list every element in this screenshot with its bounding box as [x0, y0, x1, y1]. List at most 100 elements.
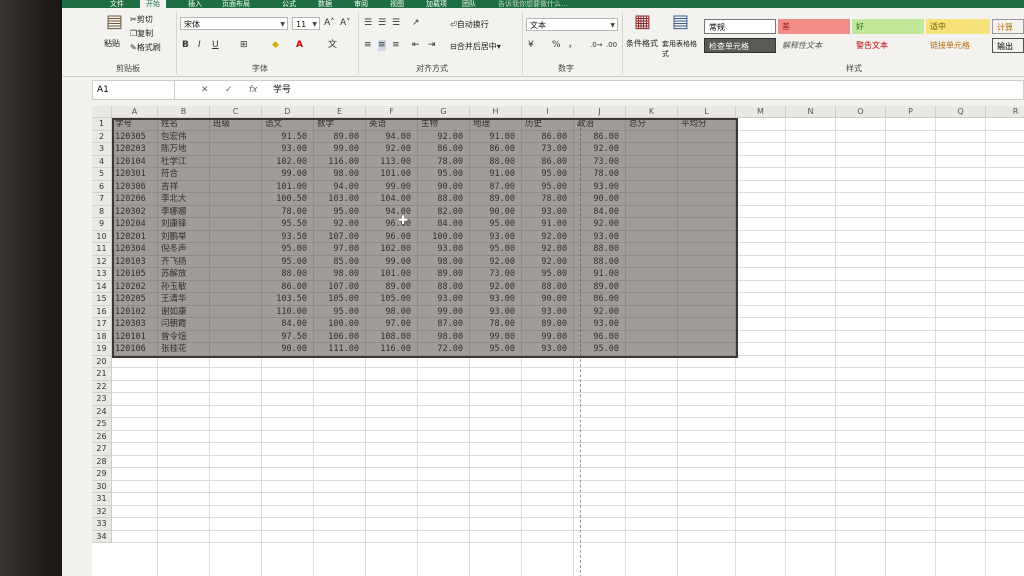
selected-range[interactable] — [112, 118, 738, 358]
style-bad[interactable]: 差 — [778, 19, 850, 34]
row-header-23[interactable]: 23 — [92, 393, 112, 406]
row-header-13[interactable]: 13 — [92, 268, 112, 281]
row-header-1[interactable]: 1 — [92, 118, 112, 131]
font-name-select[interactable]: 宋体 ▼ — [180, 17, 288, 30]
column-header-a[interactable]: A — [112, 106, 158, 118]
align-bottom-icon[interactable]: ☰ — [392, 18, 400, 29]
row-header-34[interactable]: 34 — [92, 530, 112, 543]
row-header-18[interactable]: 18 — [92, 330, 112, 343]
style-neutral[interactable]: 适中 — [926, 19, 990, 34]
column-header-r[interactable]: R — [986, 106, 1024, 118]
style-linked[interactable]: 链接单元格 — [926, 38, 990, 53]
tab-formulas[interactable]: 公式 — [282, 0, 296, 8]
row-header-21[interactable]: 21 — [92, 368, 112, 381]
column-header-c[interactable]: C — [210, 106, 262, 118]
decrease-decimal-icon[interactable]: .00 — [606, 40, 617, 51]
shrink-font-button[interactable]: A˅ — [340, 18, 351, 29]
conditional-format-button[interactable]: 条件格式 — [626, 39, 658, 49]
row-header-26[interactable]: 26 — [92, 430, 112, 443]
align-top-icon[interactable]: ☰ — [364, 18, 372, 29]
row-header-24[interactable]: 24 — [92, 405, 112, 418]
row-header-15[interactable]: 15 — [92, 293, 112, 306]
row-header-14[interactable]: 14 — [92, 280, 112, 293]
tab-insert[interactable]: 插入 — [188, 0, 202, 8]
name-box[interactable]: A1 — [93, 81, 175, 99]
worksheet-grid[interactable]: A B C D E F G H I J K L M N O P Q R 1 2 3 4 5 6 7 8 9 10 11 12 13 14 15 1… — [92, 106, 1024, 576]
conditional-format-icon[interactable]: ▦ — [634, 13, 651, 31]
align-right-icon[interactable]: ≡ — [392, 40, 400, 51]
increase-decimal-icon[interactable]: .0→ — [590, 40, 603, 51]
insert-function-icon[interactable]: fx — [249, 81, 258, 99]
row-header-7[interactable]: 7 — [92, 193, 112, 206]
column-header-l[interactable]: L — [678, 106, 736, 118]
table-format-button[interactable]: 套用表格格式 — [662, 39, 702, 59]
row-header-22[interactable]: 22 — [92, 380, 112, 393]
tab-addins[interactable]: 加载项 — [426, 0, 447, 8]
align-middle-icon[interactable]: ☰ — [378, 18, 386, 29]
merge-center-button[interactable]: ⊟合并后居中▾ — [450, 42, 501, 52]
font-color-icon[interactable]: A — [296, 40, 303, 51]
cut-button[interactable]: ✂剪切 — [130, 15, 153, 25]
column-header-h[interactable]: H — [470, 106, 522, 118]
bold-button[interactable]: B — [182, 40, 189, 51]
column-header-f[interactable]: F — [366, 106, 418, 118]
row-header-12[interactable]: 12 — [92, 255, 112, 268]
row-header-25[interactable]: 25 — [92, 418, 112, 431]
style-warning[interactable]: 警告文本 — [852, 38, 924, 53]
style-explanatory[interactable]: 解释性文本 — [778, 38, 850, 53]
tab-page-layout[interactable]: 页面布局 — [222, 0, 250, 8]
font-size-select[interactable]: 11 ▼ — [292, 17, 320, 30]
decrease-indent-icon[interactable]: ⇤ — [412, 40, 420, 51]
tab-file[interactable]: 文件 — [110, 0, 124, 8]
row-header-4[interactable]: 4 — [92, 155, 112, 168]
row-header-11[interactable]: 11 — [92, 243, 112, 256]
comma-button[interactable]: ， — [568, 40, 577, 51]
percent-button[interactable]: % — [552, 40, 561, 51]
row-header-30[interactable]: 30 — [92, 480, 112, 493]
tell-me-search[interactable]: 告诉我你想要做什么... — [498, 0, 568, 8]
row-header-9[interactable]: 9 — [92, 218, 112, 231]
table-format-icon[interactable]: ▤ — [672, 13, 689, 31]
cancel-icon[interactable]: ✕ — [201, 81, 209, 99]
tab-review[interactable]: 审阅 — [354, 0, 368, 8]
column-header-n[interactable]: N — [786, 106, 836, 118]
tab-team[interactable]: 团队 — [462, 0, 476, 8]
format-painter-button[interactable]: ✎格式刷 — [130, 43, 161, 53]
row-header-27[interactable]: 27 — [92, 443, 112, 456]
column-header-q[interactable]: Q — [936, 106, 986, 118]
style-check-cell[interactable]: 检查单元格 — [704, 38, 776, 53]
column-header-d[interactable]: D — [262, 106, 314, 118]
enter-icon[interactable]: ✓ — [225, 81, 233, 99]
select-all-corner[interactable] — [92, 106, 112, 118]
style-output[interactable]: 输出 — [992, 38, 1024, 53]
column-header-g[interactable]: G — [418, 106, 470, 118]
row-header-33[interactable]: 33 — [92, 518, 112, 531]
number-format-select[interactable]: 文本 ▼ — [526, 18, 618, 31]
style-calc[interactable]: 计算 — [992, 19, 1024, 34]
column-header-i[interactable]: I — [522, 106, 574, 118]
row-header-6[interactable]: 6 — [92, 180, 112, 193]
copy-button[interactable]: ❐复制 — [130, 29, 153, 39]
column-header-m[interactable]: M — [736, 106, 786, 118]
row-header-10[interactable]: 10 — [92, 230, 112, 243]
row-header-3[interactable]: 3 — [92, 143, 112, 156]
currency-icon[interactable]: ¥ — [528, 40, 534, 51]
column-header-e[interactable]: E — [314, 106, 366, 118]
row-header-20[interactable]: 20 — [92, 355, 112, 368]
increase-indent-icon[interactable]: ⇥ — [428, 40, 436, 51]
style-good[interactable]: 好 — [852, 19, 924, 34]
column-header-p[interactable]: P — [886, 106, 936, 118]
column-header-b[interactable]: B — [158, 106, 210, 118]
tab-data[interactable]: 数据 — [318, 0, 332, 8]
underline-button[interactable]: U — [212, 40, 219, 51]
paste-icon[interactable]: ▤ — [106, 13, 123, 31]
italic-button[interactable]: I — [198, 40, 201, 51]
style-normal[interactable]: 常规 — [704, 19, 776, 34]
align-left-icon[interactable]: ≡ — [364, 40, 372, 51]
row-header-19[interactable]: 19 — [92, 343, 112, 356]
row-header-29[interactable]: 29 — [92, 468, 112, 481]
orientation-icon[interactable]: ↗ — [412, 18, 420, 29]
borders-icon[interactable]: ⊞ — [240, 40, 248, 51]
wrap-text-button[interactable]: ⏎自动换行 — [450, 20, 489, 30]
paste-button[interactable]: 粘贴 — [104, 39, 120, 49]
